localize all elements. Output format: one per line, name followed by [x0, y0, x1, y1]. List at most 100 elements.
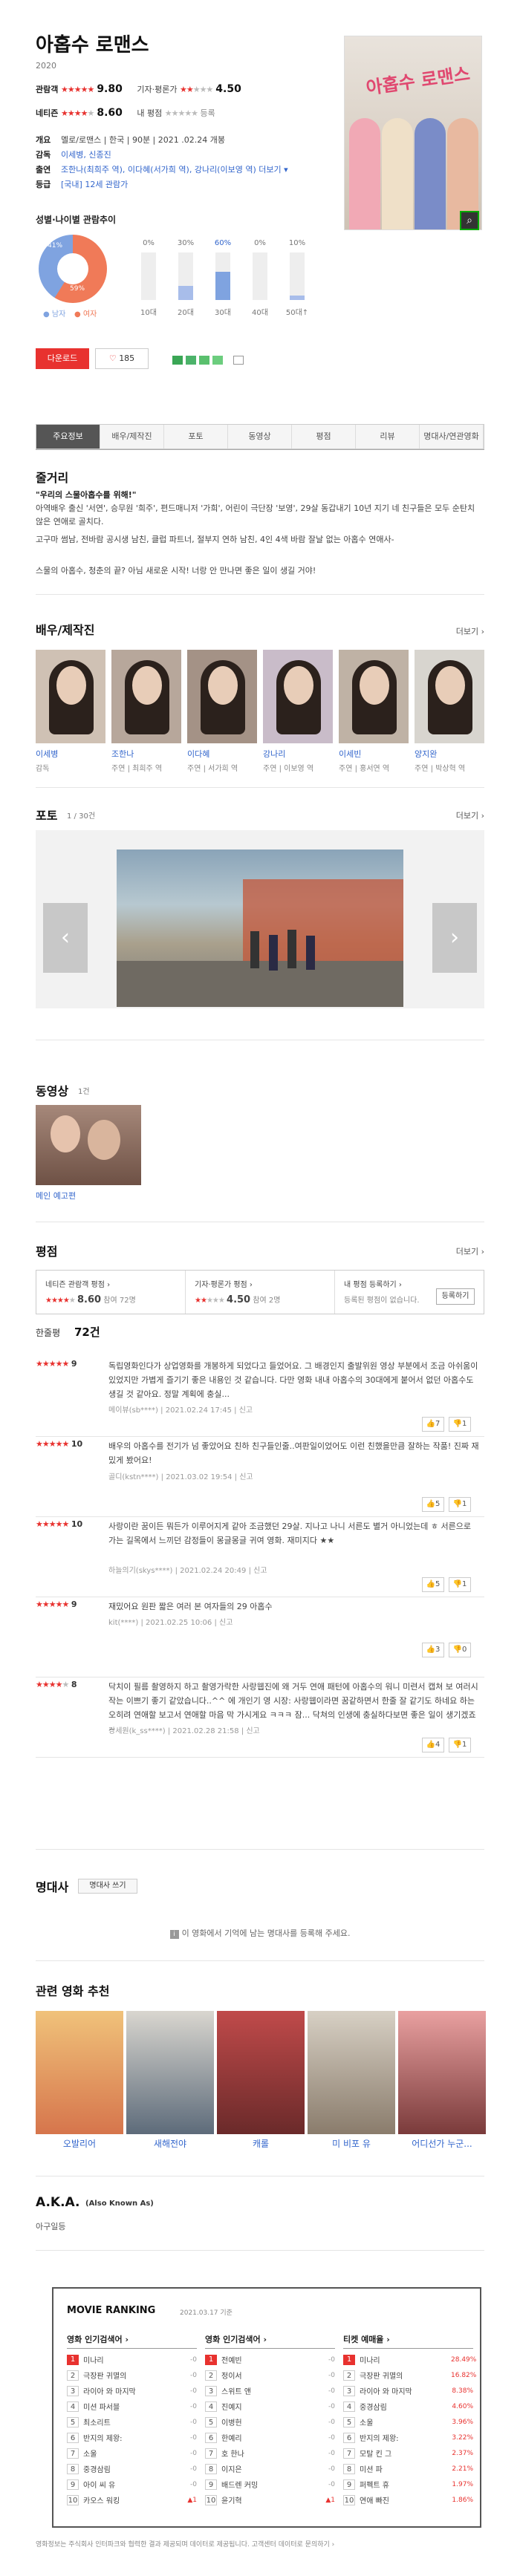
related-movie-title[interactable]: 새해전야	[126, 2137, 214, 2150]
upvote-button[interactable]: 👍5	[422, 1577, 444, 1592]
register-rating-button[interactable]: 등록하기	[436, 1288, 475, 1305]
related-movie-title[interactable]: 어디선가 누군...	[398, 2137, 486, 2150]
my-rate-link[interactable]: 등록	[201, 108, 215, 118]
related-movie[interactable]: 캐롤	[217, 2011, 305, 2150]
cast-item[interactable]: 강나리 주연 | 이보영 역	[263, 650, 333, 773]
cast-item[interactable]: 양지완 주연 | 박상혁 역	[415, 650, 484, 773]
related-movie-poster[interactable]	[398, 2011, 486, 2134]
tab-1[interactable]: 배우/제작진	[100, 425, 164, 449]
ranking-column-header[interactable]: 영화 인기검색어 ›	[205, 2333, 335, 2349]
ranking-row[interactable]: 6 반지의 제왕: -0	[67, 2430, 197, 2445]
ranking-row[interactable]: 8 이지은 -0	[205, 2461, 335, 2476]
people-more-link[interactable]: 더보기 ›	[456, 625, 484, 637]
downvote-button[interactable]: 👎1	[449, 1738, 471, 1752]
ranking-row[interactable]: 10 윤기혁 ▲1	[205, 2492, 335, 2508]
tab-5[interactable]: 리뷰	[356, 425, 420, 449]
cast-photo[interactable]	[111, 650, 181, 743]
related-movie[interactable]: 어디선가 누군...	[398, 2011, 486, 2150]
ranking-row[interactable]: 10 카오스 워킹 ▲1	[67, 2492, 197, 2508]
share-band-icon[interactable]	[186, 356, 196, 365]
ranking-row[interactable]: 7 소울 -0	[67, 2445, 197, 2461]
netizen-rating-link[interactable]: 네티즌 관람객 평점 ›	[45, 1278, 176, 1289]
ranking-row[interactable]: 5 이병헌 -0	[205, 2414, 335, 2430]
critic-rating-link[interactable]: 기자·평론가 평점 ›	[195, 1278, 325, 1289]
ranking-row[interactable]: 2 정이서 -0	[205, 2367, 335, 2383]
related-movie-poster[interactable]	[217, 2011, 305, 2134]
cast-photo[interactable]	[36, 650, 105, 743]
write-quote-button[interactable]: 명대사 쓰기	[78, 1879, 137, 1894]
photo-more-link[interactable]: 더보기 ›	[456, 809, 484, 821]
related-movie-title[interactable]: 미 비포 유	[308, 2137, 395, 2150]
cast-name[interactable]: 이세빈	[339, 748, 409, 760]
ranking-row[interactable]: 6 반지의 제왕: 3.22%	[343, 2430, 473, 2445]
still-photo[interactable]	[117, 850, 403, 1007]
ranking-row[interactable]: 5 소울 3.96%	[343, 2414, 473, 2430]
ranking-row[interactable]: 3 라이아 와 마지막 -0	[67, 2383, 197, 2399]
related-movie[interactable]: 오발리어	[36, 2011, 123, 2150]
cast-item[interactable]: 이세병 감독	[36, 650, 105, 773]
downvote-button[interactable]: 👎0	[449, 1643, 471, 1657]
cast-name[interactable]: 양지완	[415, 748, 484, 760]
share-icon[interactable]	[233, 356, 244, 365]
ranking-row[interactable]: 10 연애 빠진 1.86%	[343, 2492, 473, 2508]
ranking-row[interactable]: 2 극장판 귀멸의 -0	[67, 2367, 197, 2383]
movie-poster[interactable]: 아홉수 로맨스	[344, 36, 482, 230]
cast-photo[interactable]	[187, 650, 257, 743]
tab-3[interactable]: 동영상	[228, 425, 292, 449]
director-link[interactable]: 이세병, 신종진	[61, 150, 111, 160]
video-thumbnail[interactable]	[36, 1105, 141, 1185]
ranking-column-header[interactable]: 영화 인기검색어 ›	[67, 2333, 197, 2349]
cast-item[interactable]: 이다혜 주연 | 서가희 역	[187, 650, 257, 773]
cast-name[interactable]: 조한나	[111, 748, 181, 760]
ranking-row[interactable]: 4 진예지 -0	[205, 2399, 335, 2414]
tab-4[interactable]: 평점	[292, 425, 356, 449]
related-movie-title[interactable]: 오발리어	[36, 2137, 123, 2150]
tab-2[interactable]: 포토	[164, 425, 228, 449]
ranking-row[interactable]: 9 배드렌 커밍 -0	[205, 2476, 335, 2492]
download-button[interactable]: 다운로드	[36, 348, 89, 369]
ranking-row[interactable]: 9 퍼펙트 휴 1.97%	[343, 2476, 473, 2492]
my-rating-link[interactable]: 내 평점 등록하기 ›	[344, 1278, 475, 1289]
video-name[interactable]: 메인 예고편	[36, 1190, 76, 1201]
cast-photo[interactable]	[415, 650, 484, 743]
cast-link[interactable]: 조한나(최희주 역), 이다혜(서가희 역), 강나리(이보영 역) 더보기 ▾	[61, 165, 288, 175]
tab-6[interactable]: 명대사/연관영화	[420, 425, 484, 449]
related-movie-poster[interactable]	[126, 2011, 214, 2134]
ranking-column-header[interactable]: 티켓 예매율 ›	[343, 2333, 473, 2349]
ranking-row[interactable]: 1 미나리 28.49%	[343, 2352, 476, 2367]
ranking-row[interactable]: 7호 한나 -0	[205, 2445, 335, 2461]
ranking-row[interactable]: 8 미션 파 2.21%	[343, 2461, 473, 2476]
share-naver-icon[interactable]	[172, 356, 183, 365]
ranking-row[interactable]: 2 극장판 귀멸의 16.82%	[343, 2367, 476, 2383]
related-movie[interactable]: 새해전야	[126, 2011, 214, 2150]
downvote-button[interactable]: 👎1	[449, 1417, 471, 1432]
upvote-button[interactable]: 👍3	[422, 1643, 444, 1657]
cast-photo[interactable]	[263, 650, 333, 743]
ranking-row[interactable]: 3 스위트 앤 -0	[205, 2383, 335, 2399]
downvote-button[interactable]: 👎1	[449, 1577, 471, 1592]
ratings-more-link[interactable]: 더보기 ›	[456, 1245, 484, 1257]
zoom-icon[interactable]: ⌕	[460, 211, 479, 230]
tab-0[interactable]: 주요정보	[36, 425, 100, 449]
ranking-row[interactable]: 9 아이 씨 유 -0	[67, 2476, 197, 2492]
downvote-button[interactable]: 👎1	[449, 1497, 471, 1512]
ranking-row[interactable]: 1 전예빈 -0	[205, 2352, 335, 2367]
upvote-button[interactable]: 👍5	[422, 1497, 444, 1512]
photo-next-arrow[interactable]: ›	[432, 903, 477, 973]
ranking-row[interactable]: 8 중경삼림 -0	[67, 2461, 197, 2476]
related-movie-poster[interactable]	[308, 2011, 395, 2134]
cast-item[interactable]: 이세빈 주연 | 홍서연 역	[339, 650, 409, 773]
cast-name[interactable]: 이다혜	[187, 748, 257, 760]
related-movie[interactable]: 미 비포 유	[308, 2011, 395, 2150]
share-line-icon[interactable]	[199, 356, 209, 365]
ranking-row[interactable]: 7 모탈 킨 그 2.37%	[343, 2445, 473, 2461]
cast-item[interactable]: 조한나 주연 | 최희주 역	[111, 650, 181, 773]
photo-prev-arrow[interactable]: ‹	[43, 903, 88, 973]
cast-name[interactable]: 이세병	[36, 748, 105, 760]
like-button[interactable]: ♡ 185	[95, 348, 149, 369]
share-kakao-icon[interactable]	[212, 356, 223, 365]
cast-photo[interactable]	[339, 650, 409, 743]
ranking-row[interactable]: 4 중경삼림 4.60%	[343, 2399, 473, 2414]
ranking-row[interactable]: 6 한예리 -0	[205, 2430, 335, 2445]
upvote-button[interactable]: 👍7	[422, 1417, 444, 1432]
